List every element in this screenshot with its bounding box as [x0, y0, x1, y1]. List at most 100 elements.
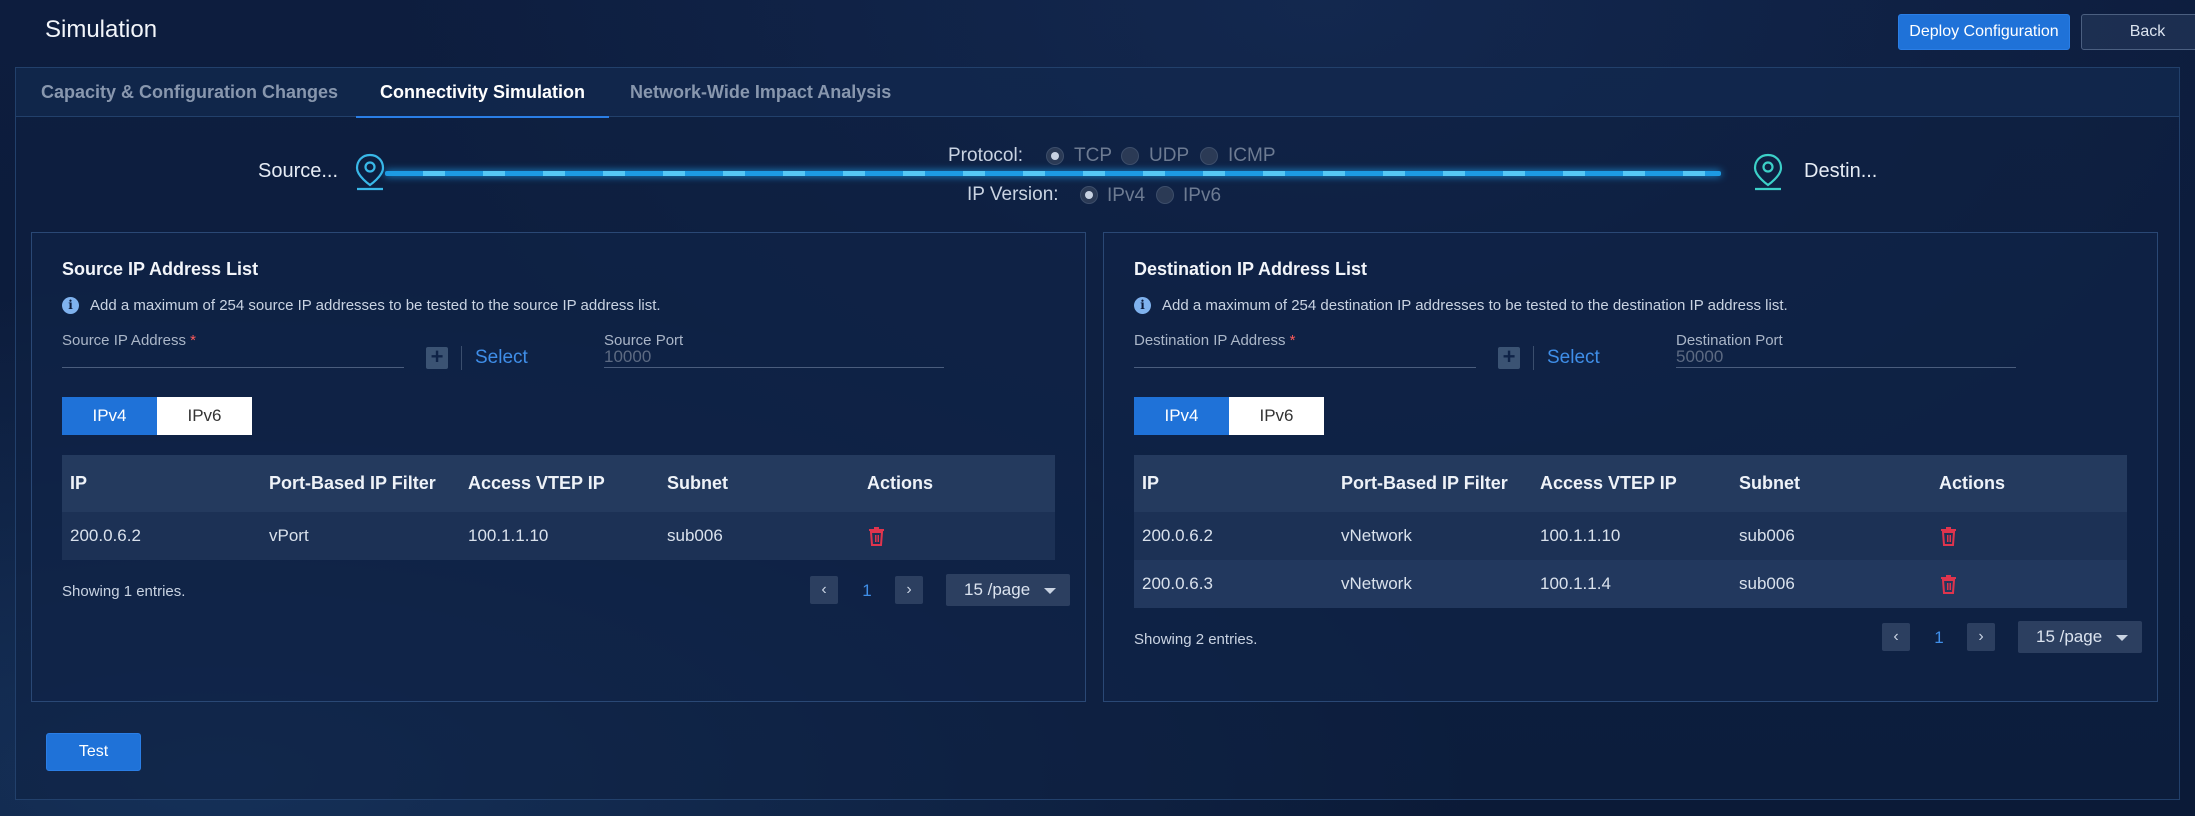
source-ip-field-label-text: Source IP Address: [62, 332, 186, 349]
info-icon: i: [62, 297, 79, 314]
delete-trash-icon[interactable]: [1940, 575, 1957, 594]
ip-version-option-ipv4: IPv4: [1107, 185, 1146, 206]
cell-port-filter: vPort: [269, 526, 309, 545]
destination-current-page[interactable]: 1: [1925, 628, 1953, 648]
cell-ip: 200.0.6.3: [1142, 574, 1213, 593]
table-row: 200.0.6.2 vPort 100.1.1.10 sub006: [62, 512, 1055, 560]
ip-version-radio-ipv4[interactable]: [1080, 186, 1098, 204]
divider: [1533, 346, 1534, 370]
source-select-link[interactable]: Select: [475, 347, 528, 369]
source-ip-card: Source IP Address List i Add a maximum o…: [31, 232, 1086, 702]
source-location-pin-icon: [355, 153, 385, 191]
protocol-option-icmp: ICMP: [1228, 145, 1276, 166]
source-current-page[interactable]: 1: [853, 581, 881, 601]
column-header-vtep-ip: Access VTEP IP: [1540, 473, 1677, 493]
protocol-radio-icmp[interactable]: [1200, 147, 1218, 165]
source-ip-field-label: Source IP Address *: [62, 332, 196, 349]
destination-next-page-button[interactable]: ›: [1967, 623, 1995, 651]
deploy-configuration-button[interactable]: Deploy Configuration: [1898, 14, 2070, 50]
destination-ip-field-label-text: Destination IP Address: [1134, 332, 1286, 349]
source-ipv4-tab[interactable]: IPv4: [62, 397, 157, 435]
source-page-size-value: 15 /page: [964, 580, 1031, 599]
table-header: IP Port-Based IP Filter Access VTEP IP S…: [1134, 455, 2127, 512]
chevron-down-icon: [2116, 635, 2128, 641]
chevron-down-icon: [1044, 588, 1056, 594]
ip-version-radio-ipv6[interactable]: [1156, 186, 1174, 204]
page-title: Simulation: [45, 16, 158, 43]
table-row: 200.0.6.2 vNetwork 100.1.1.10 sub006: [1134, 512, 2127, 560]
add-source-ip-icon[interactable]: +: [426, 346, 448, 369]
source-port-input[interactable]: 10000: [604, 347, 651, 367]
tab-bar: Capacity & Configuration Changes Connect…: [16, 68, 2179, 118]
source-page-size-select[interactable]: 15 /page: [946, 574, 1070, 606]
source-card-title: Source IP Address List: [62, 259, 259, 279]
protocol-label: Protocol:: [948, 145, 1023, 166]
back-button[interactable]: Back: [2081, 14, 2195, 50]
cell-vtep-ip: 100.1.1.10: [1540, 526, 1621, 545]
delete-trash-icon[interactable]: [868, 527, 885, 546]
column-header-subnet: Subnet: [667, 473, 728, 493]
destination-ipv6-tab[interactable]: IPv6: [1229, 397, 1324, 435]
destination-prev-page-button[interactable]: ‹: [1882, 623, 1910, 651]
protocol-radio-udp[interactable]: [1121, 147, 1139, 165]
cell-ip: 200.0.6.2: [70, 526, 141, 545]
cell-subnet: sub006: [667, 526, 723, 545]
destination-info-text: Add a maximum of 254 destination IP addr…: [1162, 297, 1788, 314]
cell-subnet: sub006: [1739, 574, 1795, 593]
destination-select-link[interactable]: Select: [1547, 347, 1600, 369]
cell-port-filter: vNetwork: [1341, 526, 1412, 545]
cell-vtep-ip: 100.1.1.4: [1540, 574, 1611, 593]
add-destination-ip-icon[interactable]: +: [1498, 346, 1520, 369]
column-header-ip: IP: [1142, 473, 1160, 493]
source-label: Source...: [258, 160, 339, 182]
ip-version-option-ipv6: IPv6: [1183, 185, 1222, 206]
protocol-radio-tcp[interactable]: [1046, 147, 1064, 165]
destination-port-underline: [1676, 367, 2016, 368]
destination-ip-version-toggle: IPv4 IPv6: [1134, 397, 1324, 435]
source-ip-input-underline: [62, 367, 404, 368]
source-ip-version-toggle: IPv4 IPv6: [62, 397, 252, 435]
divider: [461, 346, 462, 370]
column-header-vtep-ip: Access VTEP IP: [468, 473, 605, 493]
destination-ip-table: IP Port-Based IP Filter Access VTEP IP S…: [1134, 455, 2127, 608]
source-info-text: Add a maximum of 254 source IP addresses…: [90, 297, 661, 314]
tab-connectivity-simulation[interactable]: Connectivity Simulation: [355, 68, 610, 118]
cell-subnet: sub006: [1739, 526, 1795, 545]
column-header-subnet: Subnet: [1739, 473, 1800, 493]
tab-network-wide-impact-analysis[interactable]: Network-Wide Impact Analysis: [630, 68, 891, 117]
cell-port-filter: vNetwork: [1341, 574, 1412, 593]
tab-capacity-configuration-changes[interactable]: Capacity & Configuration Changes: [41, 68, 338, 117]
protocol-option-udp: UDP: [1149, 145, 1190, 166]
destination-ip-card: Destination IP Address List i Add a maxi…: [1103, 232, 2158, 702]
destination-ipv4-tab[interactable]: IPv4: [1134, 397, 1229, 435]
cell-vtep-ip: 100.1.1.10: [468, 526, 549, 545]
table-header: IP Port-Based IP Filter Access VTEP IP S…: [62, 455, 1055, 512]
destination-ip-field-label: Destination IP Address *: [1134, 332, 1296, 349]
column-header-port-filter: Port-Based IP Filter: [269, 473, 436, 493]
column-header-port-filter: Port-Based IP Filter: [1341, 473, 1508, 493]
cell-ip: 200.0.6.2: [1142, 526, 1213, 545]
source-showing-count: Showing 1 entries.: [62, 583, 186, 600]
destination-port-input[interactable]: 50000: [1676, 347, 1723, 367]
destination-page-size-select[interactable]: 15 /page: [2018, 621, 2142, 653]
source-prev-page-button[interactable]: ‹: [810, 576, 838, 604]
test-button[interactable]: Test: [46, 733, 141, 771]
source-port-underline: [604, 367, 944, 368]
destination-showing-count: Showing 2 entries.: [1134, 631, 1258, 648]
table-row: 200.0.6.3 vNetwork 100.1.1.4 sub006: [1134, 560, 2127, 608]
source-ipv6-tab[interactable]: IPv6: [157, 397, 252, 435]
source-next-page-button[interactable]: ›: [895, 576, 923, 604]
destination-label: Destin...: [1804, 160, 1878, 182]
column-header-actions: Actions: [867, 473, 934, 493]
destination-location-pin-icon: [1753, 153, 1783, 191]
top-bar: Simulation Deploy Configuration Back: [0, 0, 2195, 66]
destination-ip-input-underline: [1134, 367, 1476, 368]
destination-card-title: Destination IP Address List: [1134, 259, 1368, 279]
column-header-ip: IP: [70, 473, 88, 493]
source-ip-table: IP Port-Based IP Filter Access VTEP IP S…: [62, 455, 1055, 560]
delete-trash-icon[interactable]: [1940, 527, 1957, 546]
ip-version-label: IP Version:: [967, 184, 1059, 205]
column-header-actions: Actions: [1939, 473, 2006, 493]
info-icon: i: [1134, 297, 1151, 314]
connectivity-flow-line: [385, 171, 1721, 176]
